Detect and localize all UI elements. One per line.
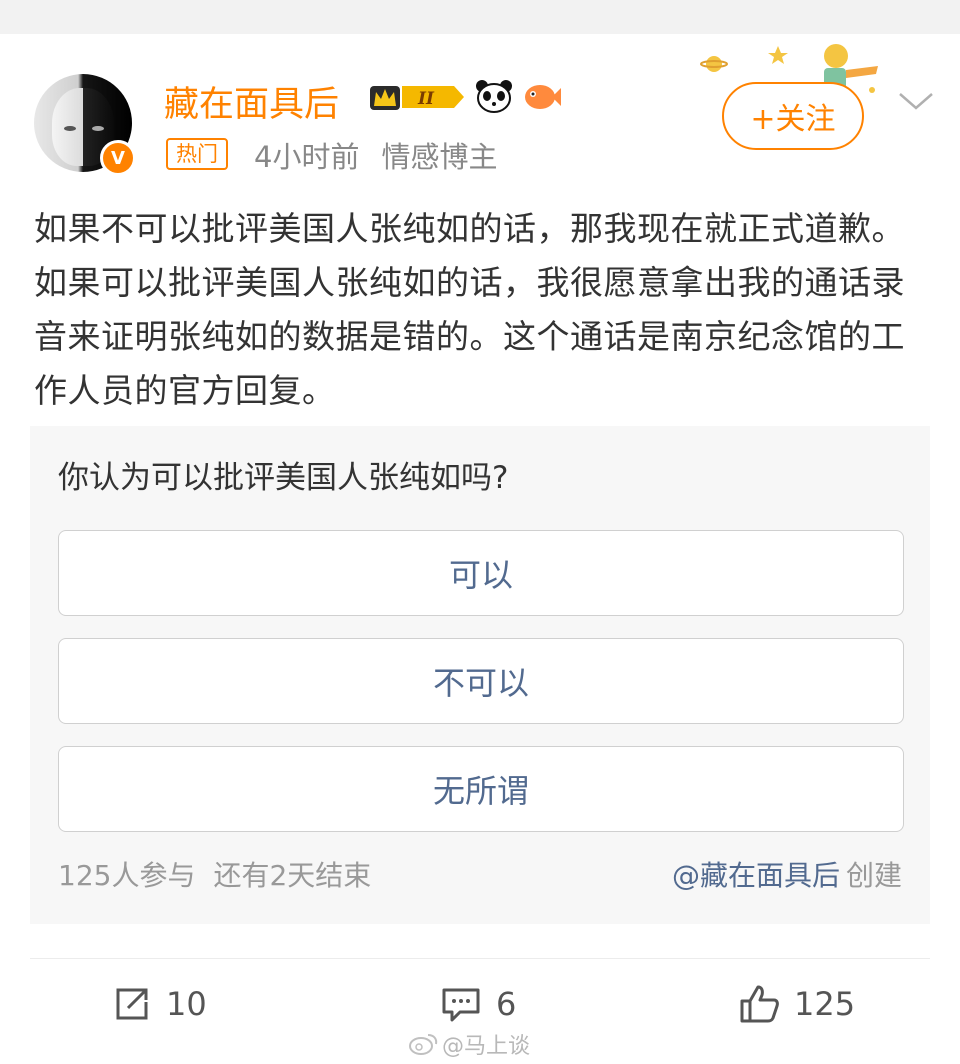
crown-badge-icon[interactable]: II bbox=[368, 80, 468, 114]
poll-creator-link[interactable]: @藏在面具后 bbox=[672, 859, 840, 892]
comment-icon bbox=[442, 988, 480, 1022]
repost-icon bbox=[116, 988, 148, 1020]
poll-creator-line: @藏在面具后 创建 bbox=[672, 854, 902, 894]
verified-v-icon: V bbox=[100, 140, 136, 176]
poll-creator-suffix: 创建 bbox=[845, 859, 902, 892]
like-icon bbox=[740, 985, 779, 1023]
author-name[interactable]: 藏在面具后 bbox=[164, 76, 339, 127]
post-time: 4小时前 bbox=[254, 140, 360, 174]
watermark: @马上谈 bbox=[408, 1028, 530, 1060]
hot-tag: 热门 bbox=[166, 138, 228, 170]
author-category: 情感博主 bbox=[381, 140, 498, 174]
level-badge-text: II bbox=[417, 89, 435, 109]
poll-option-3[interactable]: 无所谓 bbox=[58, 746, 904, 832]
divider bbox=[30, 958, 930, 959]
poll-card: 你认为可以批评美国人张纯如吗? 可以 不可以 无所谓 125人参与 还有2天结束 … bbox=[30, 426, 930, 924]
comment-count: 6 bbox=[496, 985, 517, 1023]
poll-option-2[interactable]: 不可以 bbox=[58, 638, 904, 724]
avatar-eye-right bbox=[92, 126, 104, 131]
like-button[interactable]: 125 bbox=[738, 982, 855, 1026]
watermark-text: @马上谈 bbox=[442, 1034, 531, 1059]
top-gray-bar bbox=[0, 0, 960, 34]
comment-button[interactable]: 6 bbox=[440, 982, 516, 1026]
poll-remaining: 还有2天结束 bbox=[213, 859, 372, 892]
like-count: 125 bbox=[794, 985, 856, 1023]
post-text: 如果不可以批评美国人张纯如的话，那我现在就正式道歉。如果可以批评美国人张纯如的话… bbox=[34, 209, 905, 410]
poll-option-1[interactable]: 可以 bbox=[58, 530, 904, 616]
post-meta: 4小时前 情感博主 bbox=[254, 134, 497, 176]
weibo-logo-icon bbox=[409, 1034, 438, 1055]
avatar-eye-left bbox=[64, 126, 76, 131]
poll-question: 你认为可以批评美国人张纯如吗? bbox=[58, 460, 509, 496]
follow-button[interactable]: +关注 bbox=[722, 82, 864, 150]
weibo-post: V 藏在面具后 II 热门 4小时前 情感博主 +关注 如果不可以批评美国人张纯… bbox=[0, 34, 960, 1064]
chevron-down-icon[interactable] bbox=[896, 88, 936, 114]
poll-stats: 125人参与 还有2天结束 bbox=[58, 854, 371, 894]
repost-count: 10 bbox=[166, 985, 207, 1023]
repost-button[interactable]: 10 bbox=[112, 982, 207, 1026]
fish-icon bbox=[525, 85, 561, 109]
panda-icon bbox=[476, 80, 512, 113]
poll-participants: 125人参与 bbox=[58, 859, 196, 892]
